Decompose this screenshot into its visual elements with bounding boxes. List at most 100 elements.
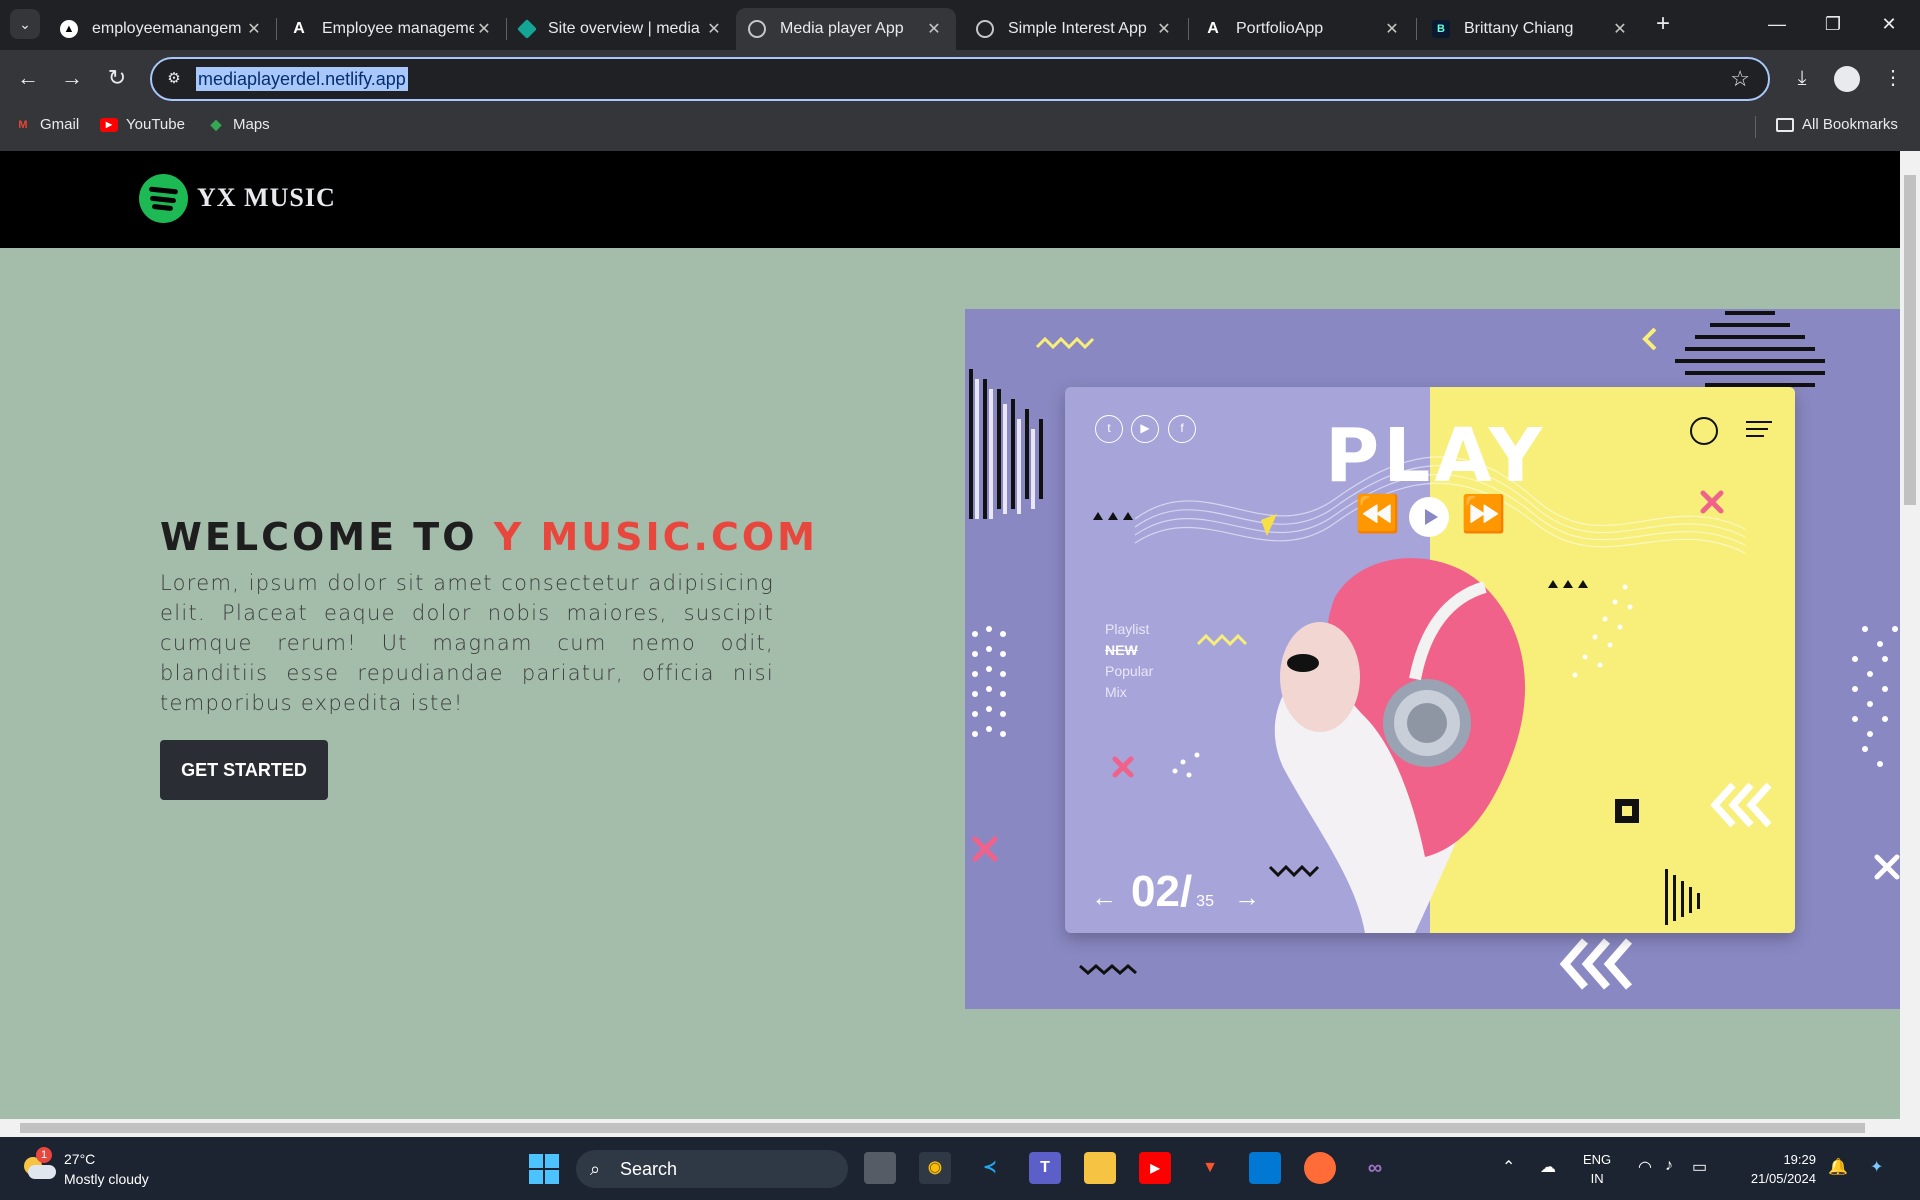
playlist-item-new[interactable]: NEW [1103,640,1153,661]
next-arrow-icon[interactable]: → [1234,882,1260,913]
browser-toolbar: ← → ↻ ⚙ mediaplayerdel.netlify.app ☆ ⤓ ⋮ [0,50,1920,106]
bookmark-gmail[interactable]: M Gmail [14,116,79,133]
file-explorer-icon[interactable] [1084,1152,1116,1184]
bookmark-youtube[interactable]: ▶ YouTube [100,116,185,133]
tab-search-button[interactable]: ⌄ [10,9,40,39]
volume-icon[interactable]: ♪ [1665,1157,1673,1175]
b-icon: B [1432,20,1450,38]
battery-icon[interactable]: ▭ [1692,1157,1707,1177]
tab-employeemanangem[interactable]: ▲ employeemanangem ✕ [48,8,276,50]
restore-button[interactable]: ❐ [1810,8,1856,40]
close-tab-icon[interactable]: ✕ [704,19,724,39]
close-tab-icon[interactable]: ✕ [1154,19,1174,39]
task-view-icon[interactable] [864,1152,896,1184]
spotify-logo-icon[interactable] [139,174,188,223]
globe-icon [976,20,994,38]
close-window-button[interactable]: ✕ [1866,8,1912,40]
tray-chevron-icon[interactable]: ⌃ [1502,1157,1515,1177]
chrome-icon[interactable]: ◉ [919,1152,951,1184]
track-counter: ← 02/ 35 → [1091,867,1260,917]
search-icon: ⌕ [590,1159,601,1179]
close-tab-icon[interactable]: ✕ [244,19,264,39]
close-tab-icon[interactable]: ✕ [474,19,494,39]
globe-icon [748,20,766,38]
facebook-icon[interactable]: f [1168,415,1196,443]
search-label: Search [620,1159,678,1179]
teams-icon[interactable]: T [1029,1152,1061,1184]
forward-button[interactable]: → [56,62,88,94]
copilot-icon[interactable]: ✦ [1870,1157,1883,1177]
tab-title: Employee manageme [322,20,474,37]
gmail-icon: M [18,118,28,131]
tab-title: Media player App [780,20,904,37]
close-tab-icon[interactable]: ✕ [1610,19,1630,39]
prev-arrow-icon[interactable]: ← [1091,882,1117,913]
hamburger-menu-icon[interactable] [1746,421,1772,437]
bookmark-maps[interactable]: ◆ Maps [207,116,270,133]
brave-icon[interactable]: ▼ [1194,1152,1226,1184]
back-button[interactable]: ← [12,62,44,94]
horizontal-scrollbar[interactable] [0,1119,1900,1137]
scroll-thumb[interactable] [1904,175,1916,505]
download-icon[interactable]: ⤓ [1788,64,1816,92]
vscode-icon[interactable]: ≺ [974,1152,1006,1184]
scroll-thumb[interactable] [20,1123,1865,1133]
language-code: ENG [1583,1152,1612,1167]
play-button[interactable] [1409,497,1449,537]
store-icon[interactable] [1249,1152,1281,1184]
site-info-icon[interactable]: ⚙ [164,69,184,89]
taskbar-search[interactable]: ⌕ Search [576,1150,848,1188]
player-card: t ▶ f PLAY ⏪ ⏩ Playlist NEW Popular Mix … [1065,387,1795,933]
get-started-button[interactable]: GET STARTED [160,740,328,800]
twitter-icon[interactable]: t [1095,415,1123,443]
tab-divider [1416,18,1417,40]
more-menu-icon[interactable]: ⋮ [1879,64,1907,92]
youtube-app-icon[interactable]: ▶ [1139,1152,1171,1184]
rewind-icon[interactable]: ⏪ [1355,493,1400,535]
playlist-item-mix[interactable]: Mix [1103,682,1153,703]
new-tab-button[interactable]: + [1648,10,1678,40]
tab-title: Simple Interest App [1008,20,1147,37]
address-bar[interactable]: ⚙ mediaplayerdel.netlify.app ☆ [150,57,1770,101]
postman-icon[interactable] [1304,1152,1336,1184]
bookmark-star-icon[interactable]: ☆ [1730,66,1750,92]
tab-title: Brittany Chiang [1464,20,1574,37]
site-brand[interactable]: YX MUSIC [197,183,336,213]
close-tab-icon[interactable]: ✕ [924,19,944,39]
tab-strip: ⌄ ▲ employeemanangem ✕ A Employee manage… [0,0,1920,50]
tab-brittany-chiang[interactable]: B Brittany Chiang ✕ [1420,8,1642,50]
tab-employee-management[interactable]: A Employee manageme ✕ [278,8,506,50]
url-text[interactable]: mediaplayerdel.netlify.app [196,67,408,91]
tab-site-overview[interactable]: Site overview | media ✕ [508,8,736,50]
youtube-icon[interactable]: ▶ [1131,415,1159,443]
playlist-item-playlist[interactable]: Playlist [1103,619,1153,640]
weather-widget[interactable]: 1 27°C Mostly cloudy [22,1147,149,1189]
playlist-item-popular[interactable]: Popular [1103,661,1153,682]
fast-forward-icon[interactable]: ⏩ [1461,493,1506,535]
notification-bell-icon[interactable]: 🔔 [1828,1157,1848,1177]
tab-portfolioapp[interactable]: A PortfolioApp ✕ [1192,8,1414,50]
system-clock[interactable]: 19:29 21/05/2024 [1736,1150,1816,1188]
current-track: 02/ [1131,867,1193,916]
search-icon[interactable] [1690,417,1718,445]
tab-simple-interest-app[interactable]: Simple Interest App ✕ [964,8,1186,50]
onedrive-icon[interactable]: ☁ [1540,1157,1556,1177]
close-tab-icon[interactable]: ✕ [1382,19,1402,39]
vertical-scrollbar[interactable] [1900,151,1920,1137]
tab-divider [276,18,277,40]
hero-illustration: t ▶ f PLAY ⏪ ⏩ Playlist NEW Popular Mix … [965,309,1900,1009]
wifi-icon[interactable]: ◠ [1638,1157,1652,1177]
language-indicator[interactable]: ENG IN [1583,1150,1611,1188]
reload-button[interactable]: ↻ [101,62,133,94]
folder-icon [1776,117,1794,132]
region-code: IN [1590,1171,1604,1186]
bookmark-label: YouTube [126,116,185,133]
minimize-button[interactable]: — [1754,8,1800,40]
hero-description: Lorem, ipsum dolor sit amet consectetur … [160,571,774,715]
clock-date: 21/05/2024 [1750,1171,1816,1186]
profile-avatar[interactable] [1834,66,1860,92]
windows-start-icon[interactable] [527,1152,559,1184]
tab-media-player-app[interactable]: Media player App ✕ [736,8,956,50]
all-bookmarks[interactable]: All Bookmarks [1776,116,1898,133]
visual-studio-icon[interactable]: ∞ [1359,1152,1391,1184]
